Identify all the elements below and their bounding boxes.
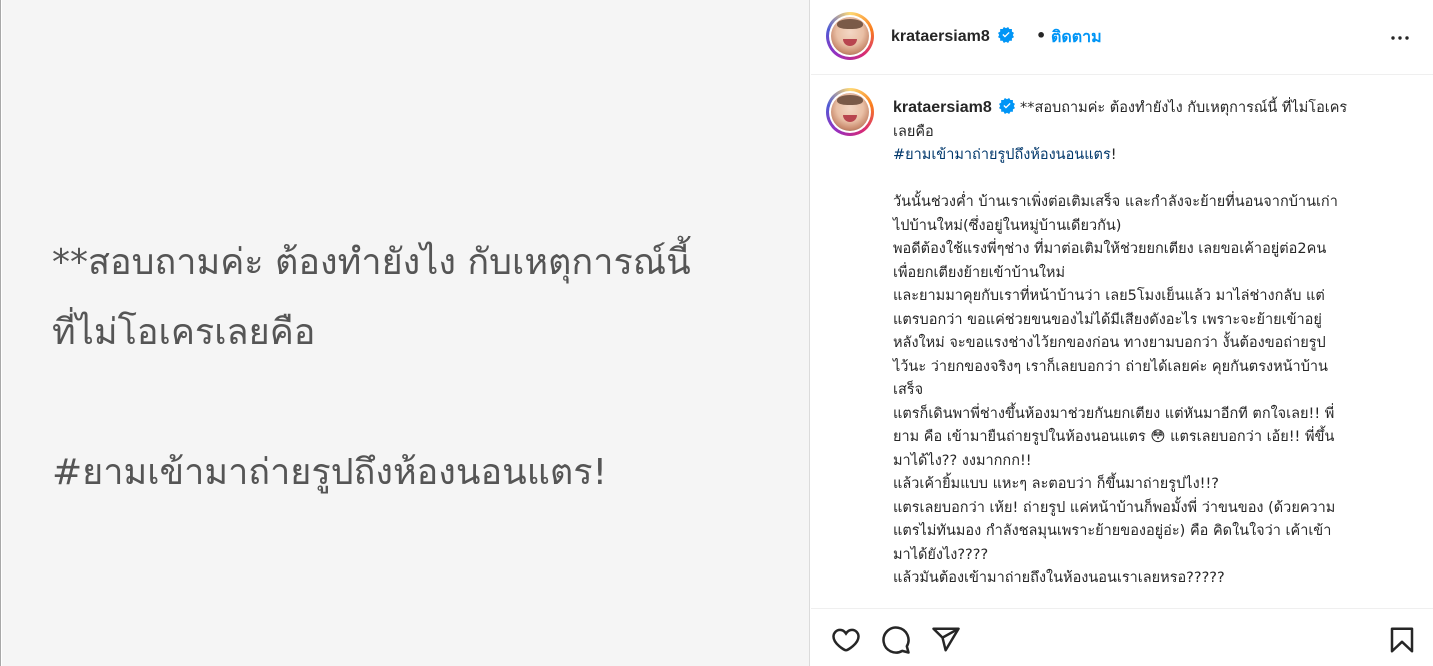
caption-line: พอดีต้องใช้แรงพี่ๆช่าง ที่มาต่อเติมให้ช่…	[893, 241, 1327, 257]
caption-line: เสร็จ	[893, 382, 924, 398]
caption-line: แล้วเค้ายิ้มแบบ แหะๆ ละตอบว่า ก็ขึ้นมาถ่…	[893, 476, 1219, 492]
media-text-block: **สอบถามค่ะ ต้องทำยังไง กับเหตุการณ์นี้ …	[52, 228, 792, 508]
header-username[interactable]: krataersiam8	[891, 28, 990, 45]
header-username-wrap: krataersiam8	[891, 26, 1014, 46]
profile-photo	[831, 17, 869, 55]
avatar[interactable]	[826, 12, 874, 60]
media-line-2: ที่ไม่โอเครเลยคือ	[52, 312, 316, 353]
caption-intro-2: เลยคือ	[893, 123, 934, 140]
post-header: krataersiam8 • ติดตาม	[811, 0, 1433, 75]
header-separator: •	[1036, 26, 1047, 45]
caption-line: มาได้ไง?? งงมากกก!!	[893, 452, 1032, 469]
caption-line: ไว้นะ ว่ายกของจริงๆ เราก็เลยบอกว่า ถ่ายไ…	[893, 358, 1328, 375]
caption-hashtag-suffix: !	[1110, 147, 1117, 163]
verified-badge-icon	[997, 27, 1014, 43]
verified-badge-icon	[999, 98, 1016, 114]
post-media[interactable]: **สอบถามค่ะ ต้องทำยังไง กับเหตุการณ์นี้ …	[2, 0, 810, 666]
caption-intro: **สอบถามค่ะ ต้องทำยังไง กับเหตุการณ์นี้ …	[1019, 100, 1348, 116]
comment-icon[interactable]	[881, 625, 911, 655]
follow-button[interactable]: ติดตาม	[1051, 25, 1102, 50]
heart-icon[interactable]	[831, 625, 861, 655]
caption-line: มาได้ยังไง????	[893, 546, 989, 563]
caption-line: แตรเลยบอกว่า เห้ย! ถ่ายรูป แค่หน้าบ้านก็…	[893, 499, 1336, 516]
post-caption: krataersiam8 **สอบถามค่ะ ต้องทำยังไง กับ…	[893, 96, 1403, 591]
media-line-1: **สอบถามค่ะ ต้องทำยังไง กับเหตุการณ์นี้	[52, 242, 691, 283]
send-icon[interactable]	[931, 625, 961, 655]
caption-body: วันนั้นช่วงค่ำ บ้านเราเพิ่งต่อเติมเสร็จ …	[893, 191, 1403, 591]
caption-username[interactable]: krataersiam8	[893, 99, 992, 116]
caption-line: แตรบอกว่า ขอแค่ช่วยขนของไม่ได้มีเสียงดัง…	[893, 311, 1322, 328]
caption-line: วันนั้นช่วงค่ำ บ้านเราเพิ่งต่อเติมเสร็จ …	[893, 194, 1338, 210]
post-dialog: **สอบถามค่ะ ต้องทำยังไง กับเหตุการณ์นี้ …	[0, 0, 1433, 666]
caption-line: หลังใหม่ จะขอแรงช่างไว้ยกของก่อน ทางยามบ…	[893, 335, 1326, 351]
caption-line: ยาม คือ เข้ามายืนถ่ายรูปในห้องนอนแตร 😳 แ…	[893, 429, 1335, 445]
caption-line: แล้วมันต้องเข้ามาถ่ายถึงในห้องนอนเราเลยห…	[893, 570, 1225, 586]
caption-line: แตรก็เดินพาพี่ช่างขึ้นห้องมาช่วยกันยกเตี…	[893, 405, 1335, 422]
caption-area[interactable]: krataersiam8 **สอบถามค่ะ ต้องทำยังไง กับ…	[811, 76, 1433, 608]
post-side-panel: krataersiam8 • ติดตาม krataersiam8 **สอบ…	[811, 0, 1433, 666]
caption-line: แตรไม่ทันมอง กำลังชลมุนเพราะย้ายของอยู่อ…	[893, 523, 1332, 539]
avatar[interactable]	[826, 88, 874, 136]
caption-line: เพื่อยกเตียงย้ายเข้าบ้านใหม่	[893, 264, 1066, 281]
profile-photo	[831, 93, 869, 131]
action-bar	[811, 608, 1433, 666]
caption-line: ไปบ้านใหม่(ซึ่งอยู่ในหมู่บ้านเดียวกัน)	[893, 217, 1122, 234]
bookmark-icon[interactable]	[1387, 625, 1417, 655]
media-hashtag: #ยามเข้ามาถ่ายรูปถึงห้องนอนแตร!	[52, 452, 608, 493]
caption-line: และยามมาคุยกับเราที่หน้าบ้านว่า เลย5โมงเ…	[893, 288, 1325, 304]
more-horizontal-icon[interactable]	[1388, 26, 1412, 50]
caption-hashtag-link[interactable]: #ยามเข้ามาถ่ายรูปถึงห้องนอนแตร	[893, 147, 1111, 163]
